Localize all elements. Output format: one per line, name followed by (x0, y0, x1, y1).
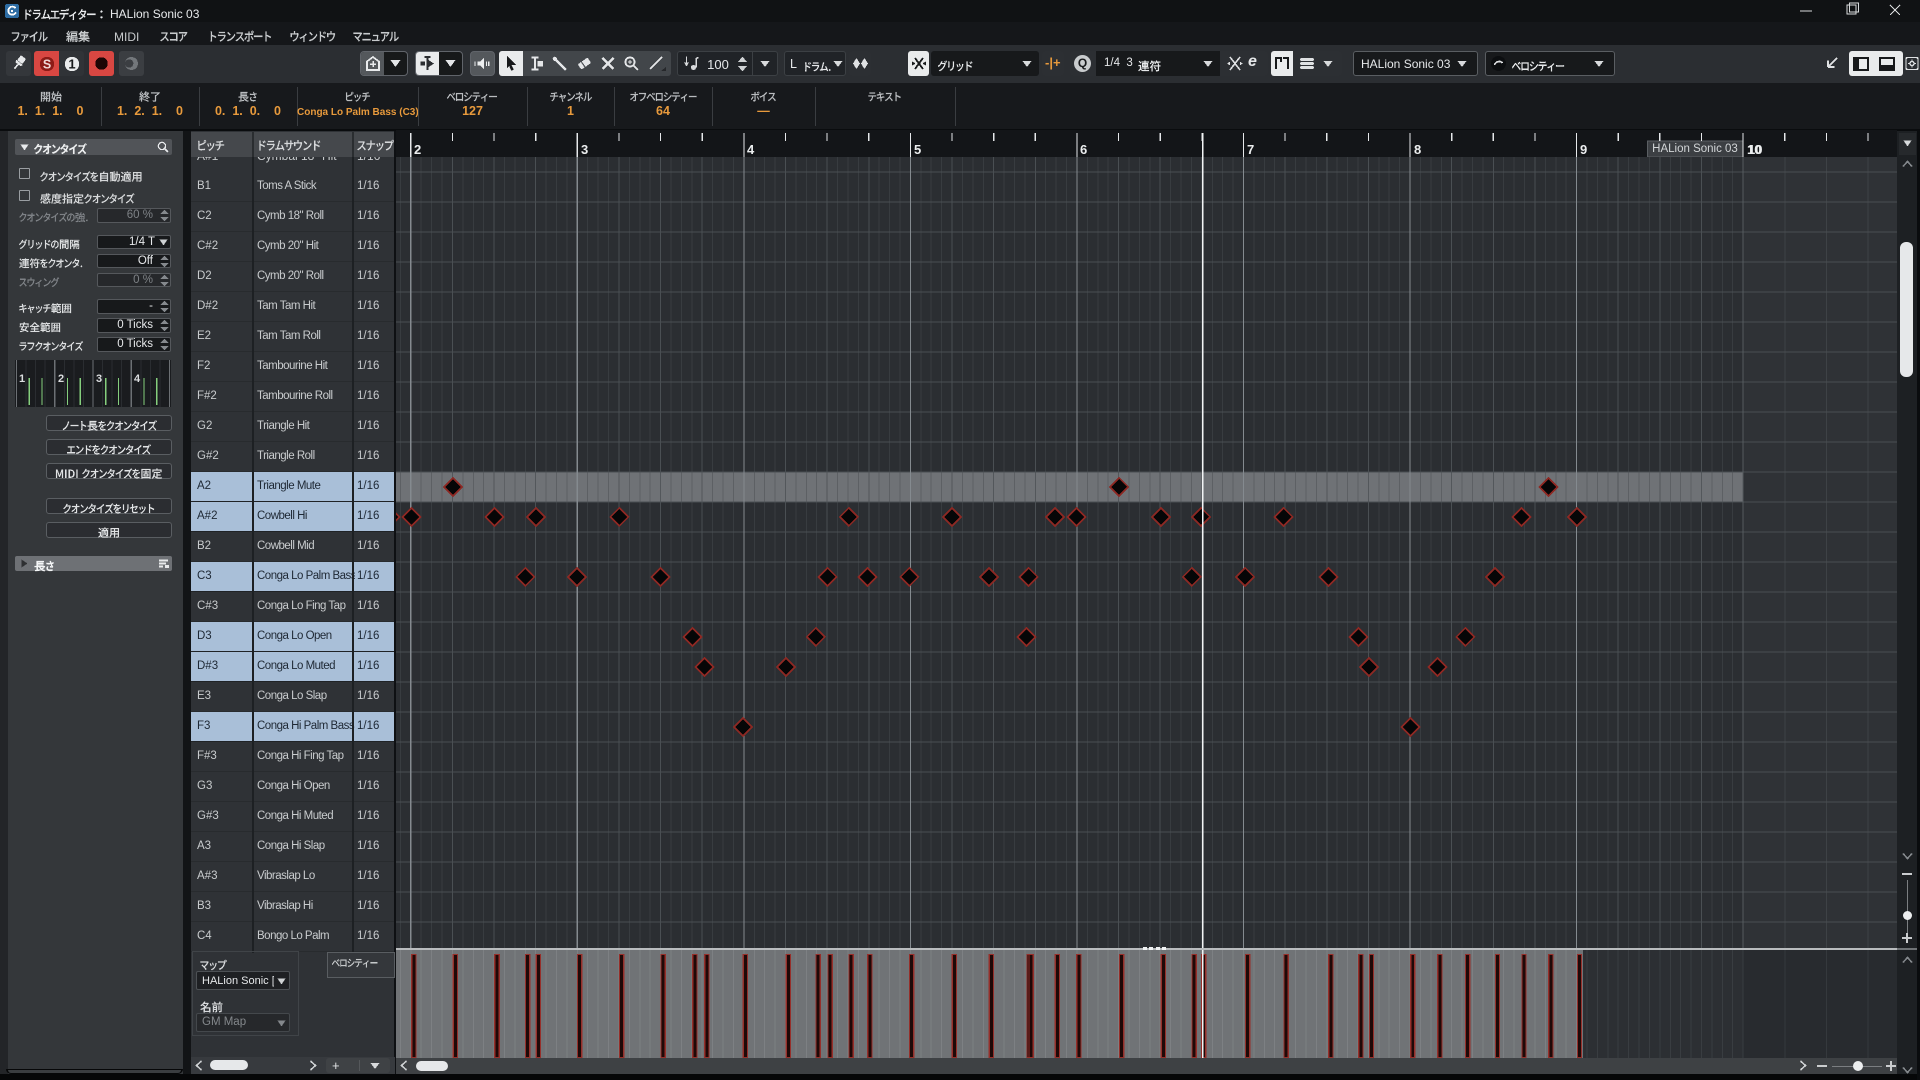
svg-text:2: 2 (58, 373, 64, 385)
svg-text:1: 1 (68, 56, 75, 71)
svg-text:1: 1 (19, 373, 25, 385)
svg-text:S: S (43, 57, 51, 71)
svg-text:3: 3 (96, 373, 102, 385)
svg-text:4: 4 (134, 373, 141, 385)
